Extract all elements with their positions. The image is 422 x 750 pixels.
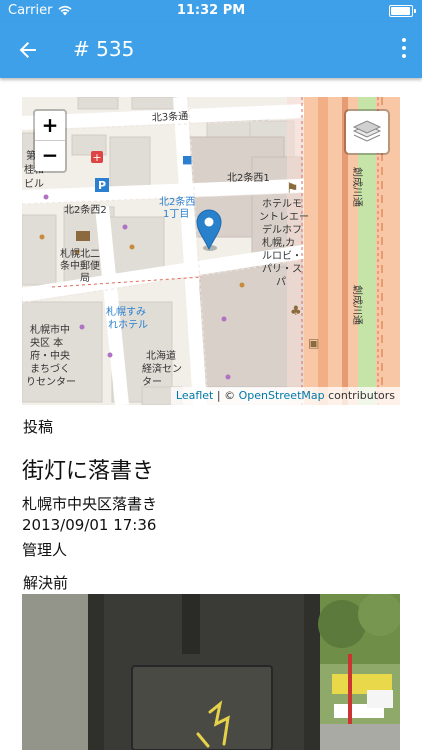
map-label: ター bbox=[142, 376, 162, 388]
map-label: ビル bbox=[24, 178, 44, 190]
map-label: 局 bbox=[80, 272, 90, 284]
app-bar: # 535 bbox=[0, 22, 422, 78]
leaflet-link[interactable]: Leaflet bbox=[176, 389, 213, 402]
map-label: りセンター bbox=[26, 376, 76, 388]
map-label: 札幌市中 bbox=[30, 323, 70, 336]
before-section-label: 解決前 bbox=[23, 574, 69, 592]
map-label: 札幌,カ bbox=[262, 236, 295, 249]
parking-label: P bbox=[98, 179, 106, 192]
post-datetime: 2013/09/01 17:36 bbox=[22, 516, 157, 534]
map-label: 北2条西2 bbox=[64, 203, 107, 216]
more-vertical-icon[interactable] bbox=[400, 38, 408, 62]
map-label: ントレエー bbox=[259, 212, 309, 223]
zoom-in-button[interactable]: + bbox=[35, 111, 65, 141]
photo-image bbox=[22, 594, 400, 750]
map-label: 北2条西 bbox=[159, 195, 195, 208]
layers-button[interactable] bbox=[344, 109, 390, 155]
map-label: 創成川通 bbox=[351, 285, 363, 325]
battery-icon bbox=[389, 5, 416, 17]
osm-link[interactable]: OpenStreetMap bbox=[239, 389, 325, 402]
map-label: デルホフ bbox=[262, 223, 302, 236]
page-title: # 535 bbox=[73, 37, 135, 61]
taxi-icon: ■ bbox=[182, 153, 192, 166]
post-office-icon bbox=[76, 231, 90, 241]
map-label: 条中郵便 bbox=[60, 259, 100, 272]
map-label: れホテル bbox=[108, 319, 148, 331]
attribution-suffix: contributors bbox=[324, 389, 395, 402]
map-label: ルロビ・ bbox=[262, 250, 302, 262]
hotel-icon: ⚑ bbox=[286, 181, 299, 197]
svg-text:+: + bbox=[92, 151, 101, 164]
layers-icon bbox=[352, 120, 382, 142]
library-icon: ▣ bbox=[308, 336, 319, 350]
post-location: 札幌市中央区落書き bbox=[22, 495, 158, 513]
map-label: 1丁目 bbox=[163, 209, 189, 220]
map-label: 経済セン bbox=[142, 362, 182, 375]
map-label: ホテルモ bbox=[262, 198, 302, 210]
post-title: 街灯に落書き bbox=[22, 459, 155, 484]
map-label: 創成川通 bbox=[351, 167, 363, 207]
post-section-label: 投稿 bbox=[23, 418, 54, 436]
before-photo[interactable] bbox=[22, 594, 400, 750]
map-label: 央区 本 bbox=[30, 336, 63, 349]
zoom-control: + − bbox=[33, 109, 67, 173]
map-label: まちづく bbox=[30, 363, 70, 375]
map-attribution: Leaflet | © OpenStreetMap contributors bbox=[170, 387, 400, 405]
status-bar: Carrier 11:32 PM bbox=[0, 0, 422, 22]
map-label: パ bbox=[276, 276, 286, 288]
attribution-separator: | © bbox=[213, 389, 239, 402]
map-view[interactable]: P + ⚑ ♣ ▣ ■ 北3条通 北2条西1 北2条西2 北2条西 1丁目 ホテ… bbox=[22, 97, 400, 405]
map-label: 北海道 bbox=[146, 349, 176, 362]
clock: 11:32 PM bbox=[176, 3, 246, 18]
map-label: 北2条西1 bbox=[227, 171, 270, 184]
theatre-icon: ♣ bbox=[290, 304, 302, 319]
post-author: 管理人 bbox=[22, 541, 68, 559]
map-label: 札幌北二 bbox=[60, 247, 100, 260]
map-label: 札幌すみ bbox=[106, 305, 146, 318]
zoom-out-button[interactable]: − bbox=[35, 141, 65, 170]
arrow-left-icon[interactable] bbox=[14, 36, 42, 64]
map-label: 府・中央 bbox=[30, 349, 70, 362]
map-label: パリ・ス bbox=[262, 263, 302, 275]
